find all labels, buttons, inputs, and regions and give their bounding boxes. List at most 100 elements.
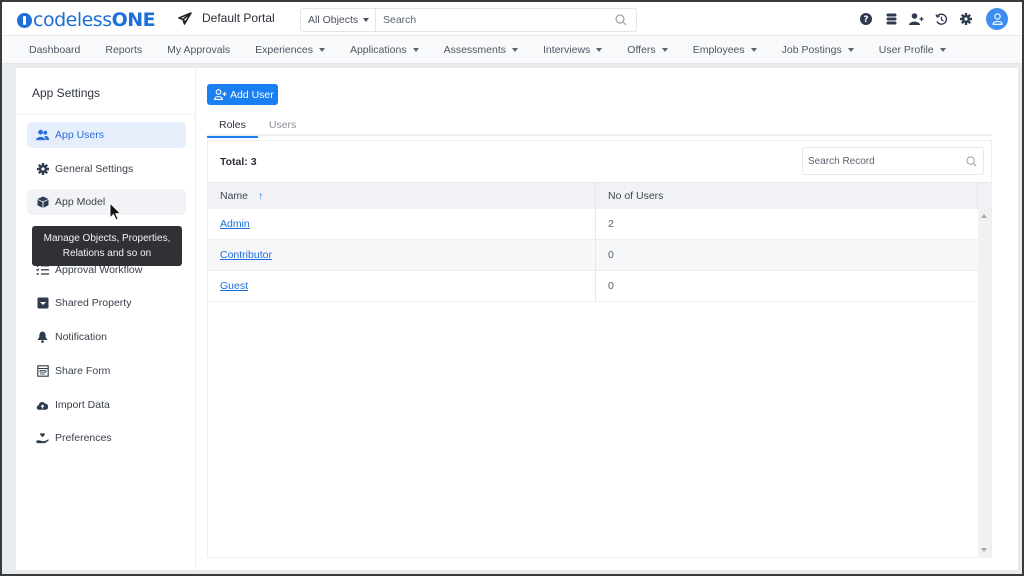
history-button[interactable]	[929, 7, 953, 31]
mouse-cursor-icon	[109, 202, 122, 221]
search-icon[interactable]	[966, 155, 977, 167]
sidebar-item-notification[interactable]: Notification	[27, 324, 186, 350]
help-icon: ?	[860, 13, 872, 25]
nav-item-offers[interactable]: Offers	[627, 43, 668, 56]
user-avatar[interactable]	[986, 8, 1008, 30]
column-header-name[interactable]: Name ↑	[208, 183, 596, 209]
gear-icon	[960, 13, 972, 25]
svg-text:?: ?	[863, 15, 868, 25]
tab-roles[interactable]: Roles	[207, 112, 258, 138]
cell-role-name: Admin	[208, 209, 596, 239]
chevron-down-icon	[318, 47, 325, 52]
record-search	[802, 147, 984, 175]
sidebar-title: App Settings	[16, 68, 195, 115]
portal-name: Default Portal	[202, 11, 275, 25]
chevron-down-icon	[596, 47, 603, 52]
sidebar-item-label: Preferences	[55, 432, 112, 445]
app-window: codelessONE Default Portal All Objects S…	[2, 2, 1022, 574]
table-scrollbar[interactable]	[978, 209, 991, 557]
nav-item-reports[interactable]: Reports	[105, 44, 142, 56]
search-record-input[interactable]	[803, 155, 966, 167]
inbox-icon	[36, 297, 49, 310]
role-link[interactable]: Admin	[220, 218, 250, 230]
add-user-icon	[214, 89, 227, 100]
column-users-label: No of Users	[608, 190, 664, 202]
table-row: Guest 0	[208, 271, 978, 302]
sidebar-item-share-form[interactable]: Share Form	[27, 358, 186, 384]
settings-sidebar: App Settings App Users General Settings Ap…	[16, 68, 196, 570]
table-row: Admin 2	[208, 209, 978, 240]
role-link[interactable]: Contributor	[220, 249, 272, 261]
global-search: All Objects	[300, 8, 637, 32]
search-scope-label: All Objects	[308, 14, 359, 26]
chevron-down-icon	[847, 47, 854, 52]
database-button[interactable]	[879, 7, 903, 31]
add-user-button[interactable]: Add User	[207, 84, 278, 105]
brand-suffix: ONE	[111, 9, 156, 31]
sidebar-list: App Users General Settings App Model Approv…	[16, 115, 195, 451]
nav-item-label: Job Postings	[781, 43, 842, 56]
sidebar-item-shared-property[interactable]: Shared Property	[27, 290, 186, 316]
total-count: Total: 3	[220, 156, 257, 168]
sort-ascending-icon[interactable]: ↑	[258, 191, 263, 202]
add-user-top-button[interactable]	[904, 7, 928, 31]
sidebar-item-preferences[interactable]: Preferences	[27, 425, 186, 451]
tooltip-line-1: Manage Objects, Properties,	[43, 233, 171, 244]
user-icon	[991, 13, 1003, 25]
search-icon[interactable]	[615, 14, 627, 26]
nav-item-dashboard[interactable]: Dashboard	[29, 44, 80, 56]
chevron-down-icon	[750, 47, 757, 52]
cell-user-count: 0	[608, 249, 614, 261]
add-user-icon	[908, 13, 923, 25]
nav-item-applications[interactable]: Applications	[350, 44, 419, 56]
hand-heart-icon	[36, 432, 49, 445]
column-name-label: Name	[220, 190, 249, 202]
sidebar-item-import-data[interactable]: Import Data	[27, 392, 186, 418]
nav-item-label: User Profile	[878, 43, 934, 56]
sidebar-item-label: Shared Property	[55, 297, 132, 310]
portal-selector[interactable]: Default Portal	[178, 11, 275, 25]
sidebar-item-general-settings[interactable]: General Settings	[27, 156, 186, 182]
nav-item-my-approvals[interactable]: My Approvals	[167, 44, 230, 56]
cell-role-name: Guest	[208, 271, 596, 301]
settings-button[interactable]	[954, 7, 978, 31]
role-link[interactable]: Guest	[220, 280, 248, 292]
search-input[interactable]	[376, 9, 615, 31]
nav-item-user-profile[interactable]: User Profile	[879, 44, 946, 56]
cell-user-count: 2	[608, 218, 614, 230]
nav-item-label: Offers	[627, 43, 656, 56]
brand-prefix: codeless	[33, 9, 112, 31]
history-icon	[934, 12, 947, 25]
nav-item-label: Assessments	[443, 43, 507, 56]
sidebar-item-label: App Users	[55, 129, 105, 141]
cell-user-count: 0	[608, 280, 614, 292]
form-icon	[36, 364, 49, 377]
brand-name: codelessONE	[33, 9, 156, 31]
tab-users[interactable]: Users	[258, 112, 307, 136]
nav-item-label: Dashboard	[29, 43, 81, 56]
tooltip-line-2: Relations and so on	[62, 248, 152, 259]
nav-item-experiences[interactable]: Experiences	[255, 44, 325, 56]
nav-item-label: Applications	[349, 43, 407, 56]
cell-role-name: Contributor	[208, 240, 596, 270]
nav-item-assessments[interactable]: Assessments	[443, 43, 519, 56]
scrollbar-header-spacer	[978, 183, 991, 209]
search-scope-dropdown[interactable]: All Objects	[301, 9, 376, 31]
scroll-down-icon[interactable]	[981, 548, 987, 552]
users-icon	[36, 129, 49, 142]
top-bar: codelessONE Default Portal All Objects S…	[2, 2, 1022, 36]
nav-item-employees[interactable]: Employees	[693, 44, 757, 56]
cube-icon	[36, 196, 49, 209]
help-button[interactable]: ?	[854, 7, 878, 31]
column-header-users[interactable]: No of Users	[596, 183, 978, 209]
sidebar-item-app-model[interactable]: App Model	[27, 189, 186, 216]
sidebar-item-label: General Settings	[55, 162, 134, 175]
database-icon	[886, 13, 896, 25]
scroll-up-icon[interactable]	[981, 214, 987, 218]
chevron-down-icon	[512, 47, 519, 52]
sidebar-item-app-users[interactable]: App Users	[27, 122, 186, 148]
brand-logo[interactable]: codelessONE	[17, 9, 156, 31]
nav-item-interviews[interactable]: Interviews	[543, 44, 603, 56]
add-user-label: Add User	[230, 88, 274, 101]
nav-item-job-postings[interactable]: Job Postings	[782, 44, 854, 56]
